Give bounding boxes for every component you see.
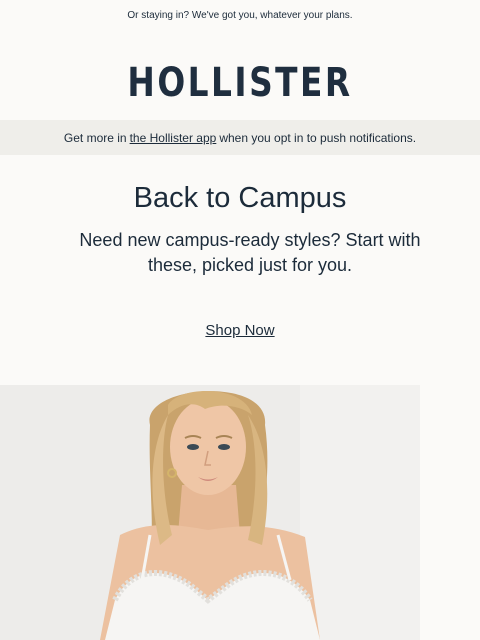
preheader-text: Or staying in? We've got you, whatever y… [127,9,353,21]
shop-now-link[interactable]: Shop Now [205,322,274,339]
hollister-logo[interactable]: HOLLISTER [43,60,437,106]
shop-now-cta: Shop Now [0,322,480,339]
hero-image[interactable] [0,385,420,640]
app-promo-bar: Get more in the Hollister app when you o… [0,120,480,155]
app-promo-prefix: Get more in [63,130,127,145]
email-page: Or staying in? We've got you, whatever y… [0,0,480,640]
app-promo-suffix: when you opt in to push notifications. [219,130,417,145]
subheadline: Need new campus-ready styles? Start with… [79,230,421,275]
page-title: Back to Campus [133,182,347,214]
app-promo-link[interactable]: the Hollister app [130,131,217,145]
model-photo-illustration [0,385,420,640]
